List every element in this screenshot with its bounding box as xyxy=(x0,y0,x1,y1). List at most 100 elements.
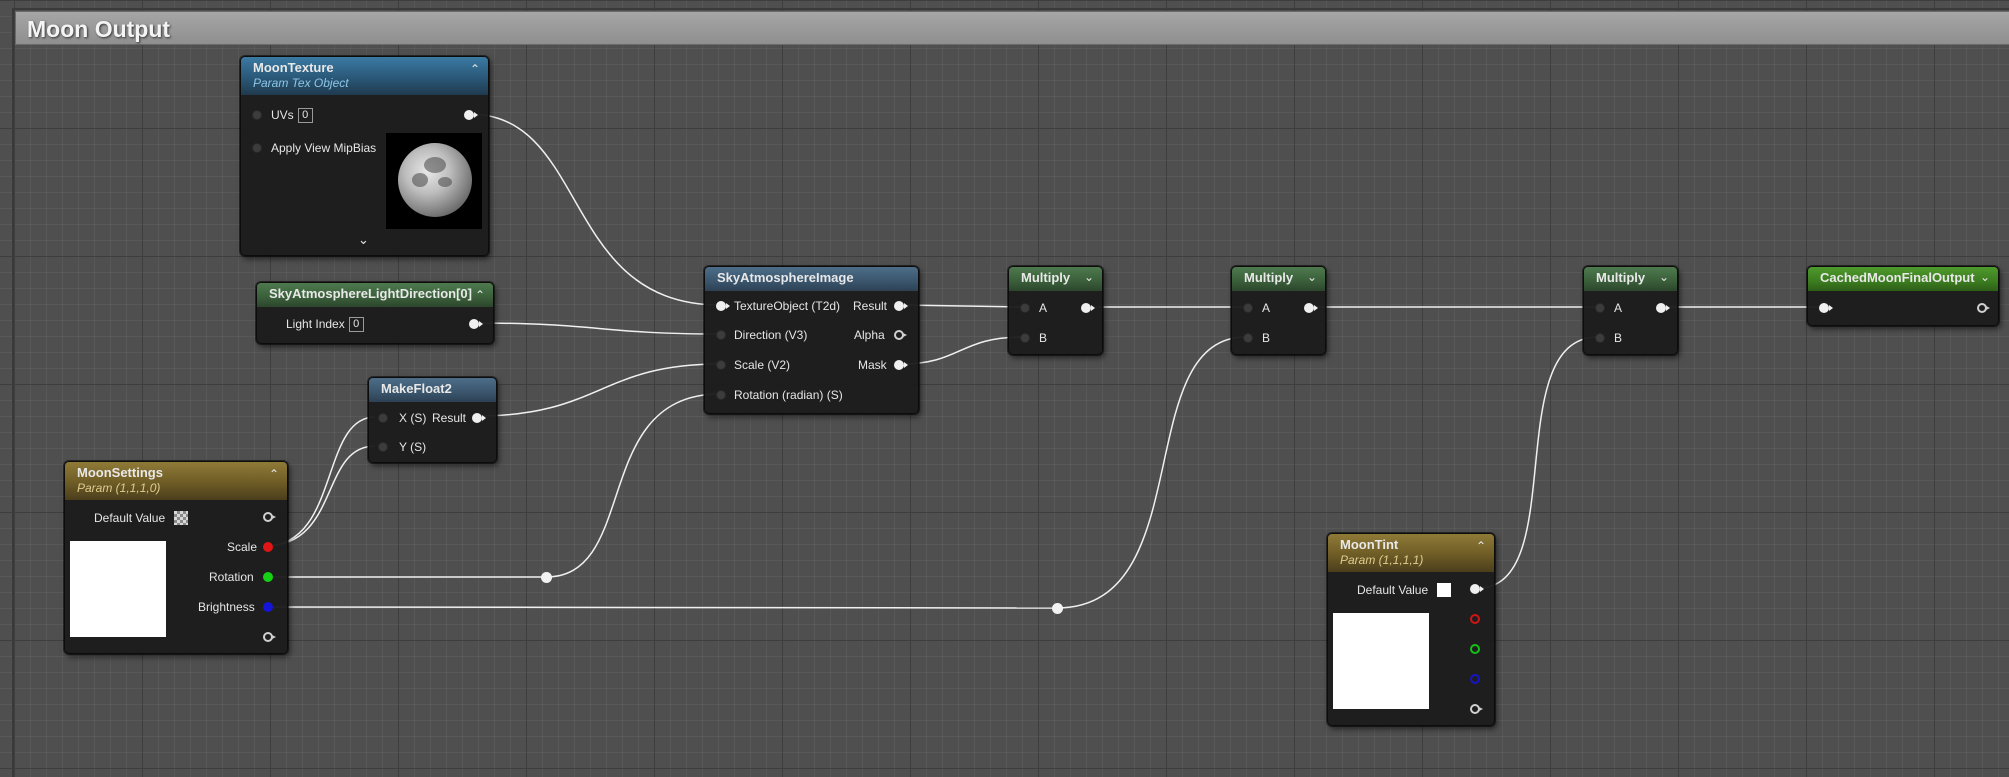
collapse-icon[interactable]: ⌃ xyxy=(475,288,485,302)
multiply-output-pin[interactable] xyxy=(1656,303,1670,313)
a-label: A xyxy=(1262,301,1271,315)
moon-texture-preview xyxy=(386,133,482,229)
default-value-label: Default Value xyxy=(94,511,166,525)
mipbias-input-pin[interactable] xyxy=(252,143,262,153)
light-index-field[interactable]: 0 xyxy=(348,317,364,333)
multiply-node-3[interactable]: Multiply ⌄ A B xyxy=(1583,266,1678,355)
x-label: X (S) xyxy=(399,411,427,425)
reroute-knot-rotation[interactable] xyxy=(541,572,552,583)
x-input-pin[interactable] xyxy=(378,413,388,423)
blue-output-pin[interactable] xyxy=(1470,674,1480,684)
alpha-output-pin[interactable] xyxy=(894,330,907,340)
scale-output-pin[interactable] xyxy=(263,542,273,552)
default-value-swatch[interactable] xyxy=(1437,583,1451,597)
moon-mare xyxy=(438,177,452,187)
moon-texture-header[interactable]: MoonTexture Param Tex Object xyxy=(241,57,488,95)
collapse-icon[interactable]: ⌃ xyxy=(1476,539,1486,553)
b-input-pin[interactable] xyxy=(1595,333,1605,343)
textureobject-input-pin[interactable] xyxy=(716,301,730,311)
wire-makefloat2-to-scale xyxy=(476,363,721,417)
y-label: Y (S) xyxy=(399,440,427,454)
sky-atmosphere-image-node[interactable]: SkyAtmosphereImage TextureObject (T2d) D… xyxy=(704,266,919,414)
alpha-output-pin[interactable] xyxy=(263,632,276,642)
multiply-output-pin[interactable] xyxy=(1081,303,1095,313)
node-subtitle: Param (1,1,1,1) xyxy=(1340,553,1424,567)
b-input-pin[interactable] xyxy=(1020,333,1030,343)
b-input-pin[interactable] xyxy=(1243,333,1253,343)
cached-output-header[interactable]: CachedMoonFinalOutput xyxy=(1808,267,1998,291)
scale-input-pin[interactable] xyxy=(716,360,726,370)
multiply-node-2[interactable]: Multiply ⌄ A B xyxy=(1231,266,1326,355)
rgba-output-pin[interactable] xyxy=(263,512,276,522)
make-float2-node[interactable]: MakeFloat2 X (S) Result Y (S) xyxy=(368,377,497,463)
light-direction-header[interactable]: SkyAtmosphereLightDirection[0] xyxy=(257,283,493,307)
moon-settings-node[interactable]: MoonSettings Param (1,1,1,0) ⌃ Default V… xyxy=(64,461,288,654)
scale-label: Scale xyxy=(227,540,258,554)
brightness-output-pin[interactable] xyxy=(263,602,273,612)
input-label: TextureObject (T2d) xyxy=(734,299,841,313)
rgba-output-pin[interactable] xyxy=(1470,584,1484,594)
node-title: MoonTexture xyxy=(253,60,334,75)
cached-output-pin[interactable] xyxy=(1977,303,1990,313)
wire-lightdir-to-direction xyxy=(474,322,721,335)
direction-output-pin[interactable] xyxy=(469,319,483,329)
result-label: Result xyxy=(432,411,467,425)
direction-input-pin[interactable] xyxy=(716,330,726,340)
node-title: SkyAtmosphereLightDirection[0] xyxy=(269,286,472,301)
rotation-input-pin[interactable] xyxy=(716,390,726,400)
expand-icon[interactable]: ⌄ xyxy=(358,232,369,248)
uvs-label: UVs 0 xyxy=(271,108,313,124)
default-value-label: Default Value xyxy=(1357,583,1429,597)
moon-tint-node[interactable]: MoonTint Param (1,1,1,1) ⌃ Default Value xyxy=(1327,533,1495,726)
moon-settings-header[interactable]: MoonSettings Param (1,1,1,0) xyxy=(65,462,287,500)
color-preview xyxy=(70,541,166,637)
y-input-pin[interactable] xyxy=(378,442,388,452)
node-subtitle: Param Tex Object xyxy=(253,76,349,90)
moon-texture-node[interactable]: MoonTexture Param Tex Object ⌃ UVs 0 Appl… xyxy=(240,56,489,256)
moon-mare xyxy=(424,157,446,173)
cached-moon-output-node[interactable]: CachedMoonFinalOutput ⌄ xyxy=(1807,266,1999,326)
a-input-pin[interactable] xyxy=(1243,303,1253,313)
output-label: Mask xyxy=(858,358,887,372)
a-input-pin[interactable] xyxy=(1595,303,1605,313)
sky-atmosphere-image-header[interactable]: SkyAtmosphereImage xyxy=(705,267,918,291)
green-output-pin[interactable] xyxy=(1470,644,1480,654)
chevron-down-icon[interactable]: ⌄ xyxy=(1307,270,1317,284)
rotation-output-pin[interactable] xyxy=(263,572,273,582)
b-label: B xyxy=(1614,331,1623,345)
wire-brightness-to-knot xyxy=(264,606,1058,609)
make-float2-header[interactable]: MakeFloat2 xyxy=(369,378,496,402)
node-title: MoonTint xyxy=(1340,537,1399,552)
moon-disc xyxy=(398,143,472,217)
moon-mare xyxy=(412,173,428,187)
alpha-output-pin[interactable] xyxy=(1470,704,1483,714)
multiply-output-pin[interactable] xyxy=(1304,303,1318,313)
red-output-pin[interactable] xyxy=(1470,614,1480,624)
light-direction-node[interactable]: SkyAtmosphereLightDirection[0] ⌃ Light I… xyxy=(256,282,494,344)
result-output-pin[interactable] xyxy=(472,413,486,423)
rotation-label: Rotation xyxy=(209,570,254,584)
a-label: A xyxy=(1039,301,1048,315)
chevron-down-icon[interactable]: ⌄ xyxy=(1084,270,1094,284)
default-value-swatch[interactable] xyxy=(174,511,188,525)
node-title: MakeFloat2 xyxy=(381,381,452,396)
collapse-icon[interactable]: ⌃ xyxy=(269,467,279,481)
texture-output-pin[interactable] xyxy=(464,110,478,120)
a-input-pin[interactable] xyxy=(1020,303,1030,313)
light-index-label-text: Light Index xyxy=(286,317,345,331)
moon-tint-header[interactable]: MoonTint Param (1,1,1,1) xyxy=(1328,534,1494,572)
node-subtitle: Param (1,1,1,0) xyxy=(77,481,161,495)
chevron-down-icon[interactable]: ⌄ xyxy=(1980,270,1990,284)
mask-output-pin[interactable] xyxy=(894,360,908,370)
result-output-pin[interactable] xyxy=(894,301,908,311)
reroute-knot-brightness[interactable] xyxy=(1052,603,1063,614)
cached-input-pin[interactable] xyxy=(1819,303,1833,313)
light-index-label: Light Index 0 xyxy=(286,317,364,333)
multiply-node-1[interactable]: Multiply ⌄ A B xyxy=(1008,266,1103,355)
chevron-down-icon[interactable]: ⌄ xyxy=(1659,270,1669,284)
b-label: B xyxy=(1262,331,1271,345)
wire-tint-to-multiply3-b xyxy=(1477,336,1599,589)
uvs-input-pin[interactable] xyxy=(252,110,262,120)
collapse-icon[interactable]: ⌃ xyxy=(470,62,480,76)
uvs-value-field[interactable]: 0 xyxy=(297,108,313,124)
